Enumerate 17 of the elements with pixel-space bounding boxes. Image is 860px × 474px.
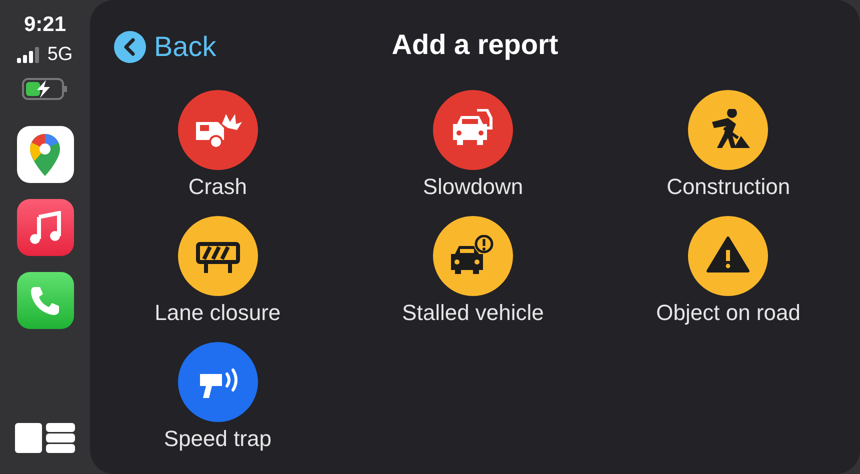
battery-icon	[22, 78, 68, 100]
back-chevron-icon	[114, 31, 146, 63]
report-option[interactable]: Slowdown	[345, 90, 601, 198]
report-option[interactable]: Crash	[90, 90, 346, 198]
report-option[interactable]: Speed trap	[90, 342, 346, 450]
maps-app-icon[interactable]	[16, 126, 74, 183]
phone-app-icon[interactable]	[16, 272, 74, 329]
music-app-icon[interactable]	[16, 199, 74, 256]
page-title: Add a report	[392, 28, 558, 62]
back-button[interactable]: Back	[114, 26, 216, 68]
report-option[interactable]: Object on road	[600, 216, 856, 324]
network-label: 5G	[47, 45, 73, 64]
report-option[interactable]: Stalled vehicle	[345, 216, 601, 324]
status-time: 9:21	[24, 14, 66, 35]
dashboard-icon[interactable]	[15, 422, 75, 454]
report-option[interactable]: Lane closure	[90, 216, 346, 324]
report-option[interactable]: Construction	[600, 90, 856, 198]
